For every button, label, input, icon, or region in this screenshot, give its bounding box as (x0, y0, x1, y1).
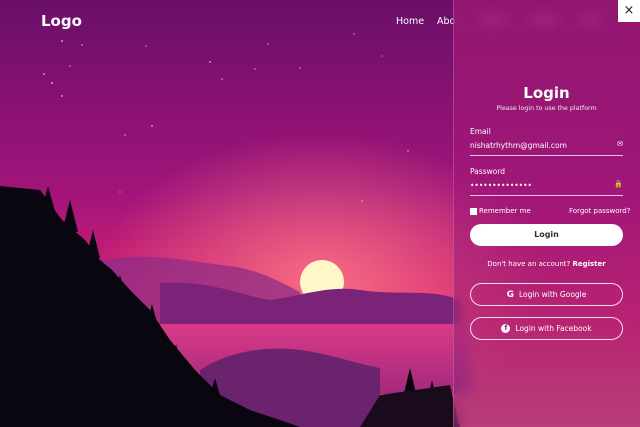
password-field[interactable]: •••••••••••••• 🔒 (470, 179, 623, 196)
nav-home-link[interactable]: Home (396, 16, 424, 27)
email-field[interactable]: nishatrhythm@gmail.com ✉ (470, 139, 623, 156)
no-account-text: Don't have an account? (487, 260, 571, 268)
checkbox-box[interactable] (470, 207, 477, 215)
lock-icon: 🔒 (614, 180, 623, 188)
password-label: Password (470, 167, 506, 176)
email-label: Email (470, 127, 491, 136)
login-button[interactable]: Login (470, 224, 623, 246)
password-value: •••••••••••••• (470, 181, 532, 190)
remember-me-checkbox[interactable]: Remember me (470, 207, 531, 215)
email-value: nishatrhythm@gmail.com (470, 141, 567, 150)
google-login-button[interactable]: G Login with Google (470, 283, 623, 306)
facebook-icon: f (501, 324, 511, 333)
envelope-icon: ✉ (617, 140, 623, 148)
logo[interactable]: Logo (41, 12, 82, 30)
register-link[interactable]: Register (572, 260, 605, 268)
register-prompt: Don't have an account? Register (453, 260, 640, 268)
close-button[interactable]: × (618, 0, 640, 22)
login-title: Login (523, 84, 570, 102)
facebook-button-label: Login with Facebook (515, 324, 592, 333)
facebook-login-button[interactable]: f Login with Facebook (470, 317, 623, 340)
remember-me-label: Remember me (479, 207, 531, 215)
google-button-label: Login with Google (519, 290, 587, 299)
google-icon: G (506, 289, 514, 300)
login-subtitle: Please login to use the platform (496, 105, 597, 112)
forgot-password-link[interactable]: Forgot password? (569, 207, 630, 215)
